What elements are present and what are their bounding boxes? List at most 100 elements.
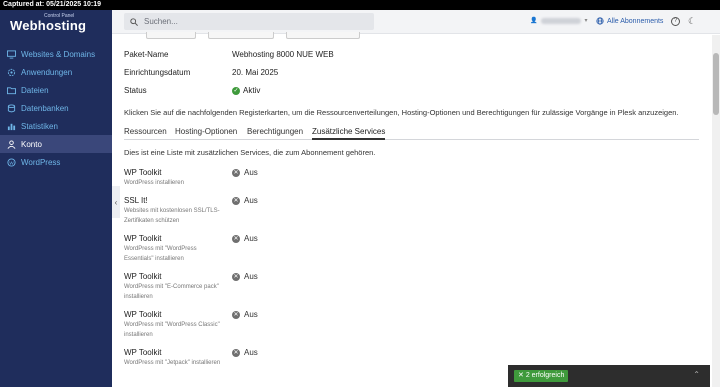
sidebar-collapse-handle[interactable]: ‹ — [112, 186, 120, 218]
logo[interactable]: Control Panel Webhosting — [0, 10, 112, 40]
service-row: SSL It! Websites mit kostenlosen SSL/TLS… — [124, 196, 524, 226]
sidebar-item-konto[interactable]: Konto — [0, 135, 112, 153]
service-status-text: Aus — [244, 310, 258, 319]
service-status: ✕ Aus — [232, 272, 258, 281]
package-value: Webhosting 8000 NUE WEB — [232, 50, 334, 59]
gear-icon — [7, 68, 16, 77]
logo-name: Webhosting — [10, 18, 87, 33]
sidebar-item-label: Datenbanken — [21, 103, 69, 113]
date-value: 20. Mai 2025 — [232, 68, 279, 77]
service-title: WP Toolkit — [124, 272, 162, 281]
tab-hosting-optionen[interactable]: Hosting-Optionen — [175, 127, 237, 136]
subscriptions-selector[interactable]: Alle Abonnements — [596, 17, 663, 25]
user-icon: 👤 — [530, 18, 538, 24]
user-menu[interactable]: 👤 ▾ — [530, 17, 588, 24]
globe-icon — [596, 17, 604, 25]
sidebar-item-label: Anwendungen — [21, 67, 73, 77]
tab-berechtigungen[interactable]: Berechtigungen — [247, 127, 303, 136]
service-row: WP Toolkit WordPress mit "WordPress Esse… — [124, 234, 524, 264]
success-badge[interactable]: ✕ 2 erfolgreich — [514, 370, 569, 382]
sidebar-nav: Websites & Domains Anwendungen Dateien D… — [0, 45, 112, 171]
user-name-redacted — [541, 17, 582, 24]
services-intro: Dies ist eine Liste mit zusätzlichen Ser… — [124, 148, 376, 157]
sidebar-item-label: WordPress — [21, 157, 61, 167]
service-status-text: Aus — [244, 272, 258, 281]
service-row: WP Toolkit WordPress mit "Jetpack" insta… — [124, 348, 524, 368]
service-row: WP Toolkit WordPress installieren ✕ Aus — [124, 168, 524, 188]
service-title: WP Toolkit — [124, 310, 162, 319]
service-description: WordPress installieren — [124, 180, 184, 186]
service-row: WP Toolkit WordPress mit "E-Commerce pac… — [124, 272, 524, 302]
task-notification[interactable]: ✕ 2 erfolgreich ⌃ — [508, 365, 710, 387]
action-button[interactable] — [208, 32, 274, 39]
service-description: Websites mit kostenlosen SSL/TLS-Zertifi… — [124, 208, 220, 224]
off-icon: ✕ — [232, 272, 240, 281]
status-row: Status ✓ Aktiv — [124, 86, 260, 95]
wordpress-icon: W — [7, 157, 16, 167]
folder-icon — [7, 86, 16, 95]
off-icon: ✕ — [232, 196, 240, 205]
search-input[interactable] — [144, 17, 344, 26]
top-bar: 👤 ▾ Alle Abonnements ? ☾ — [112, 10, 720, 34]
service-description: WordPress mit "WordPress Essentials" ins… — [124, 246, 197, 262]
service-title: SSL It! — [124, 196, 148, 205]
action-buttons-row — [146, 32, 360, 39]
sidebar-item-label: Konto — [21, 139, 42, 149]
tab-zusaetzliche-services[interactable]: Zusätzliche Services — [312, 127, 386, 140]
svg-text:W: W — [9, 160, 14, 165]
date-label: Einrichtungsdatum — [124, 68, 191, 77]
sidebar: Control Panel Webhosting Websites & Doma… — [0, 10, 112, 387]
action-button[interactable] — [146, 32, 196, 39]
search-icon — [130, 17, 138, 26]
sidebar-item-label: Dateien — [21, 85, 49, 95]
tab-ressourcen[interactable]: Ressourcen — [124, 127, 167, 136]
off-icon: ✕ — [232, 234, 240, 243]
service-status-text: Aus — [244, 348, 258, 357]
off-icon: ✕ — [232, 310, 240, 319]
capture-timestamp: Captured at: 05/21/2025 10:19 — [0, 0, 720, 10]
sidebar-item-websites[interactable]: Websites & Domains — [0, 45, 112, 63]
service-title: WP Toolkit — [124, 348, 162, 357]
service-title: WP Toolkit — [124, 234, 162, 243]
service-description: WordPress mit "Jetpack" installieren — [124, 360, 221, 366]
sidebar-item-label: Websites & Domains — [21, 49, 96, 59]
status-label: Status — [124, 86, 147, 95]
sidebar-item-datenbanken[interactable]: Datenbanken — [0, 99, 112, 117]
action-button[interactable] — [286, 32, 360, 39]
user-icon — [7, 139, 16, 149]
chevron-down-icon: ▾ — [584, 18, 588, 24]
tab-bar: Ressourcen Hosting-Optionen Berechtigung… — [124, 127, 699, 140]
service-status: ✕ Aus — [232, 168, 258, 177]
service-status: ✕ Aus — [232, 196, 258, 205]
service-row: WP Toolkit WordPress mit "WordPress Clas… — [124, 310, 524, 340]
sidebar-item-wordpress[interactable]: W WordPress — [0, 153, 112, 171]
database-icon — [7, 103, 16, 113]
monitor-icon — [7, 49, 16, 59]
theme-toggle-icon[interactable]: ☾ — [688, 16, 696, 27]
service-status: ✕ Aus — [232, 348, 258, 357]
sidebar-item-anwendungen[interactable]: Anwendungen — [0, 63, 112, 81]
success-count: 2 erfolgreich — [525, 372, 565, 379]
date-row: Einrichtungsdatum 20. Mai 2025 — [124, 68, 278, 77]
chart-icon — [7, 122, 16, 131]
status-text: Aktiv — [243, 86, 261, 95]
service-status-text: Aus — [244, 168, 258, 177]
status-value: ✓ Aktiv — [232, 86, 260, 95]
chevron-up-icon[interactable]: ⌃ — [693, 370, 700, 379]
service-title: WP Toolkit — [124, 168, 162, 177]
service-status-text: Aus — [244, 234, 258, 243]
service-status: ✕ Aus — [232, 310, 258, 319]
scrollbar-thumb[interactable] — [713, 53, 719, 115]
check-icon: ✓ — [232, 86, 240, 95]
package-row: Paket-Name Webhosting 8000 NUE WEB — [124, 50, 334, 59]
tabs-hint: Klicken Sie auf die nachfolgenden Regist… — [124, 108, 679, 117]
sidebar-item-statistiken[interactable]: Statistiken — [0, 117, 112, 135]
page-scrollbar[interactable] — [712, 35, 720, 387]
sidebar-item-dateien[interactable]: Dateien — [0, 81, 112, 99]
help-icon[interactable]: ? — [671, 17, 680, 26]
sidebar-item-label: Statistiken — [21, 121, 58, 131]
service-description: WordPress mit "WordPress Classic" instal… — [124, 322, 220, 338]
off-icon: ✕ — [232, 348, 240, 357]
service-description: WordPress mit "E-Commerce pack" installi… — [124, 284, 219, 300]
subscriptions-label: Alle Abonnements — [607, 17, 664, 25]
